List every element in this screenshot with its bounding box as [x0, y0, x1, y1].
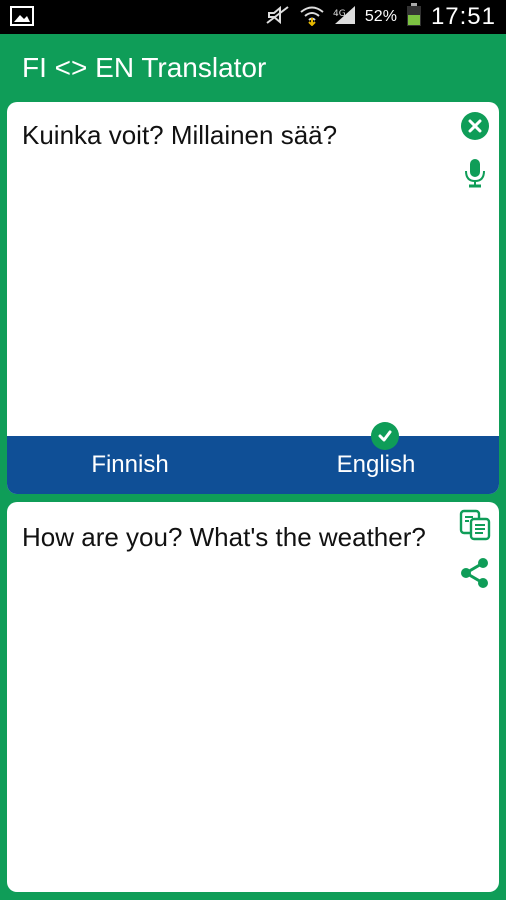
- wifi-icon: [299, 4, 325, 31]
- mute-icon: [265, 5, 291, 30]
- clear-button[interactable]: [458, 111, 492, 145]
- selected-check-icon: [371, 422, 399, 450]
- target-language-label: English: [336, 451, 416, 478]
- copy-icon: [459, 509, 491, 546]
- input-text[interactable]: Kuinka voit? Millainen sää?: [22, 118, 442, 152]
- app-title: FI <> EN Translator: [22, 52, 267, 83]
- copy-button[interactable]: [458, 509, 492, 546]
- battery-percent: 52%: [364, 8, 397, 25]
- signal-icon: 4G: [333, 4, 357, 31]
- language-selector: Finnish English: [7, 422, 499, 494]
- battery-icon: [405, 2, 423, 32]
- status-bar: 4G 52% 17:51: [0, 0, 506, 34]
- input-panel: Kuinka voit? Millainen sää? Finnish Engl…: [7, 102, 499, 494]
- close-circle-icon: [460, 111, 490, 146]
- source-language-tab[interactable]: Finnish: [7, 436, 253, 494]
- gallery-notification-icon: [10, 6, 34, 31]
- clock: 17:51: [430, 3, 496, 30]
- app-bar: FI <> EN Translator: [0, 34, 506, 102]
- share-icon: [459, 557, 491, 594]
- output-panel: How are you? What's the weather?: [7, 502, 499, 892]
- microphone-button[interactable]: [458, 158, 492, 192]
- output-text: How are you? What's the weather?: [22, 522, 426, 552]
- microphone-icon: [460, 157, 490, 194]
- source-language-label: Finnish: [91, 451, 169, 478]
- svg-text:4G: 4G: [333, 9, 346, 19]
- share-button[interactable]: [458, 557, 492, 594]
